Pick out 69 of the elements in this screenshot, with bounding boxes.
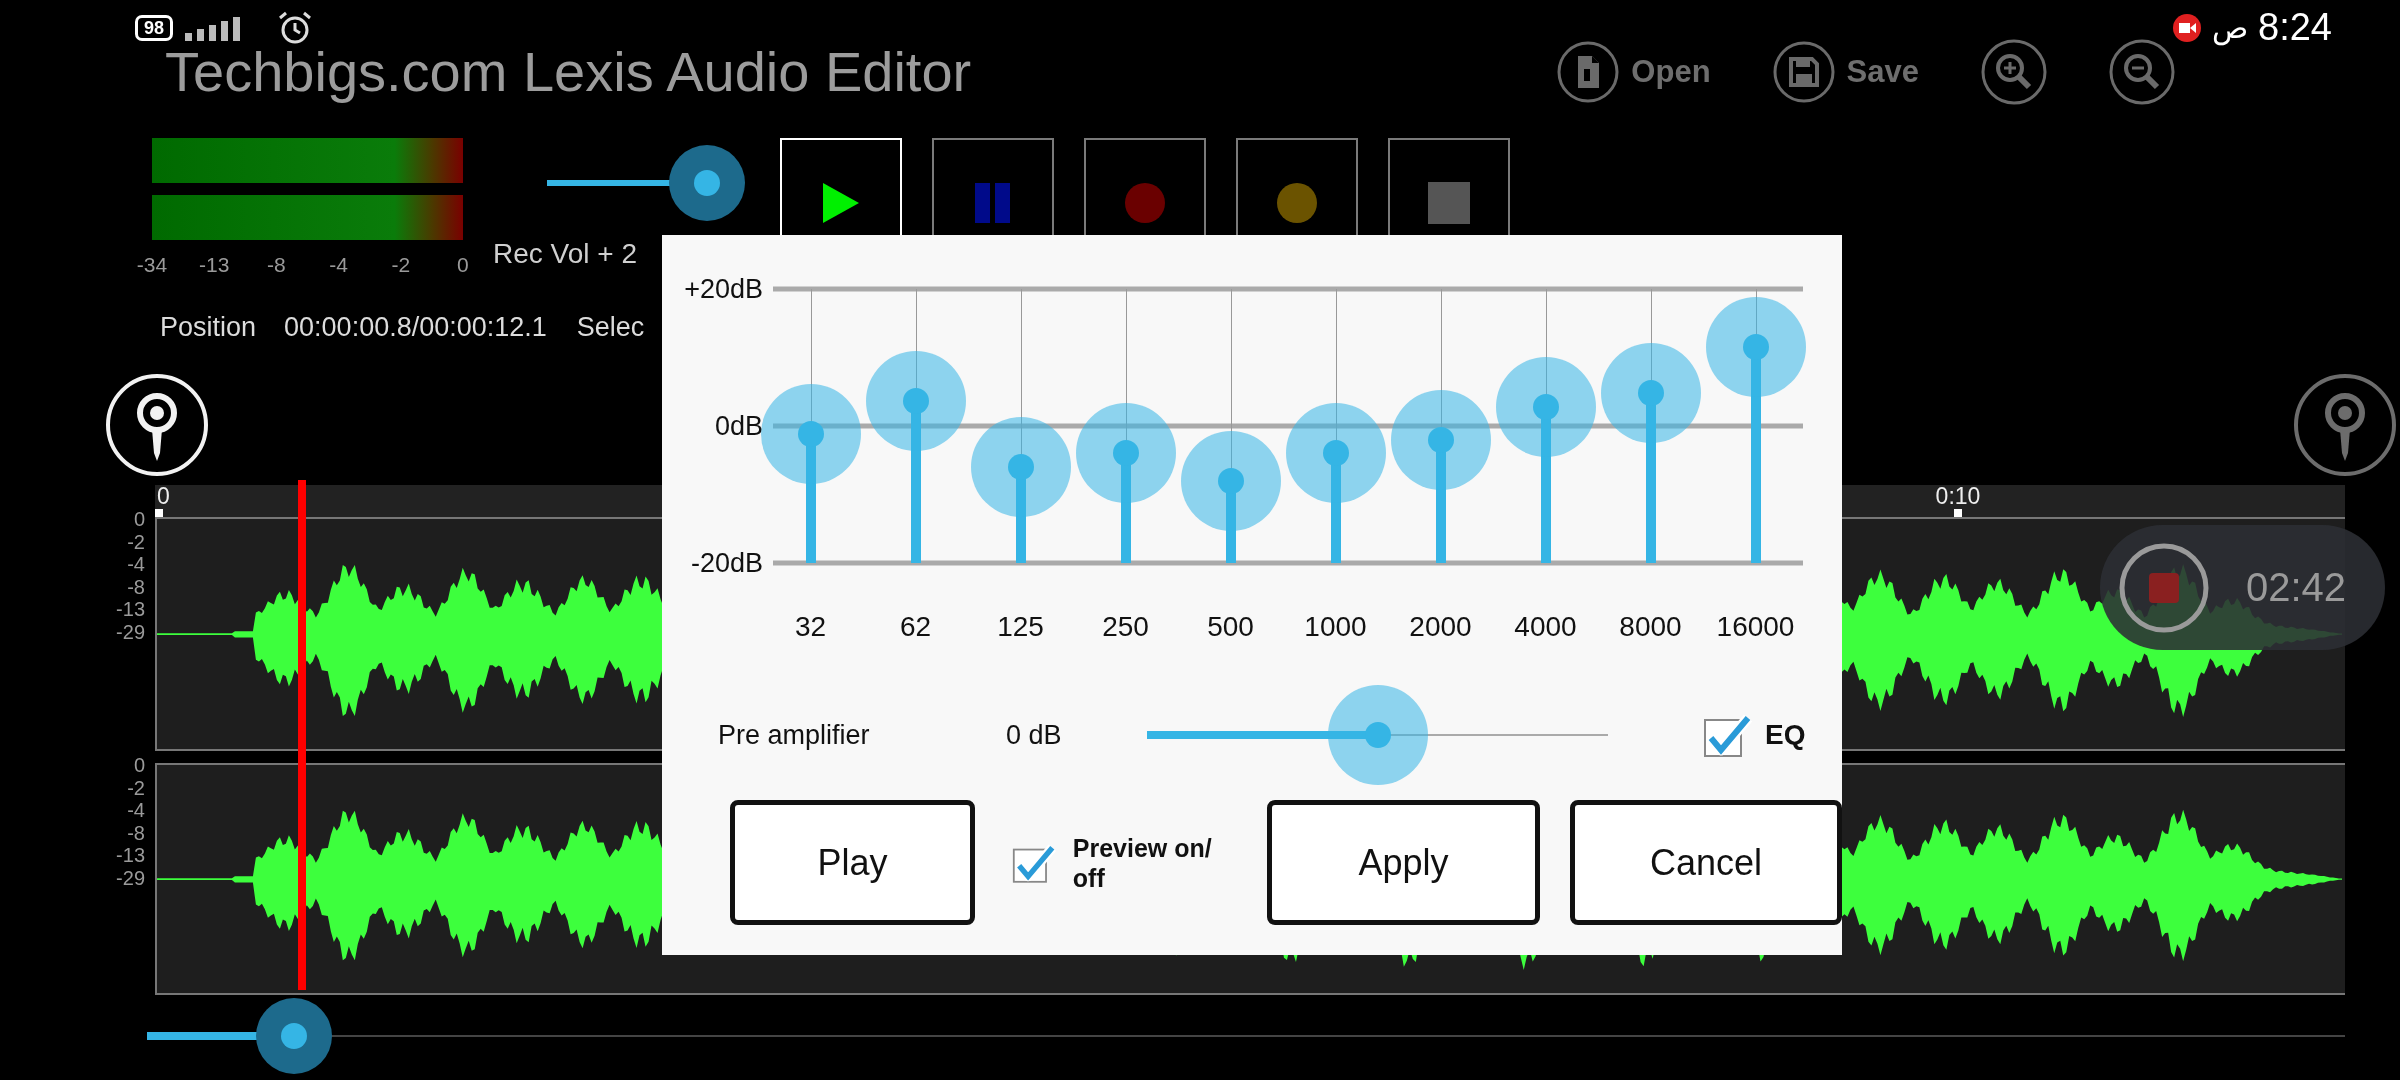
meter-scale-label: -8 bbox=[266, 252, 287, 278]
preamp-label: Pre amplifier bbox=[718, 719, 871, 751]
preview-label: Preview on/ off bbox=[1072, 832, 1213, 893]
selection-label: Selec bbox=[576, 312, 645, 343]
marker-pin-icon[interactable] bbox=[2293, 373, 2397, 477]
document-icon bbox=[1557, 40, 1620, 103]
record-icon bbox=[1124, 182, 1166, 224]
play-icon bbox=[821, 181, 861, 225]
frequency-label: 1000 bbox=[1303, 610, 1368, 644]
frequency-label: 62 bbox=[898, 610, 933, 644]
frequency-label: 32 bbox=[793, 610, 828, 644]
meter-scale-label: -2 bbox=[390, 252, 412, 278]
db-scale-label: -2 bbox=[127, 776, 145, 799]
meter-scale-label: -4 bbox=[328, 252, 349, 278]
db-scale-label: -13 bbox=[116, 598, 145, 621]
db-scale-label: -20dB bbox=[690, 547, 763, 579]
pause-icon bbox=[973, 183, 1013, 223]
zoom-out-button[interactable] bbox=[2109, 38, 2175, 105]
zoom-in-button[interactable] bbox=[1981, 38, 2047, 105]
db-scale-label: -29 bbox=[116, 866, 145, 889]
circle-icon bbox=[1276, 182, 1318, 224]
frequency-label: 8000 bbox=[1618, 610, 1683, 644]
floppy-disk-icon bbox=[1772, 40, 1835, 103]
db-scale-label: -29 bbox=[116, 620, 145, 643]
position-value: 00:00:00.8/00:00:12.1 bbox=[284, 312, 547, 343]
frequency-label: 500 bbox=[1206, 610, 1255, 644]
meter-scale-label: -13 bbox=[198, 252, 231, 278]
meter-scale-label: -34 bbox=[135, 252, 169, 278]
preamp-value: 0 dB bbox=[1006, 719, 1063, 751]
clock: 8:24 bbox=[2258, 6, 2332, 49]
frequency-label: 4000 bbox=[1513, 610, 1578, 644]
stop-icon bbox=[1428, 182, 1470, 224]
play-button[interactable]: Play bbox=[730, 800, 975, 925]
rec-volume-label: Rec Vol + 2 bbox=[492, 238, 638, 270]
stop-recording-icon[interactable] bbox=[2118, 541, 2210, 634]
db-scale-label: -8 bbox=[127, 821, 145, 844]
alarm-clock-icon bbox=[277, 10, 314, 46]
time-tick-mark bbox=[1954, 509, 1962, 517]
save-button[interactable]: Save bbox=[1772, 40, 1919, 103]
recording-time: 02:42 bbox=[2246, 565, 2347, 610]
preamp-slider[interactable] bbox=[1147, 685, 1608, 785]
frequency-label: 125 bbox=[996, 610, 1045, 644]
apply-button[interactable]: Apply bbox=[1267, 800, 1540, 925]
video-recording-icon bbox=[2172, 12, 2203, 43]
db-scale-label: 0 bbox=[133, 754, 145, 777]
time-tick-label: 0 bbox=[157, 485, 170, 508]
eq-label: EQ bbox=[1765, 719, 1806, 751]
db-scale-label: 0 bbox=[133, 508, 145, 531]
cancel-button[interactable]: Cancel bbox=[1570, 800, 1842, 925]
open-button[interactable]: Open bbox=[1557, 40, 1711, 103]
time-tick-label: 0:10 bbox=[1935, 485, 1981, 508]
frequency-label: 250 bbox=[1101, 610, 1150, 644]
db-scale-label: -8 bbox=[127, 575, 145, 598]
db-scale-label: -4 bbox=[127, 799, 145, 822]
battery-level: 98 bbox=[135, 15, 174, 41]
db-scale-label: 0dB bbox=[714, 410, 763, 442]
db-scale-label: -4 bbox=[127, 553, 145, 576]
db-scale-label: -2 bbox=[127, 530, 145, 553]
position-label: Position bbox=[160, 312, 257, 343]
frequency-label: 16000 bbox=[1715, 610, 1796, 644]
clock-period: ص bbox=[2212, 10, 2249, 45]
meter-scale-label: 0 bbox=[456, 252, 470, 278]
zoom-in-icon bbox=[1981, 38, 2047, 105]
db-scale-label: +20dB bbox=[684, 273, 763, 305]
db-scale-label: -13 bbox=[116, 844, 145, 867]
zoom-out-icon bbox=[2109, 38, 2175, 105]
frequency-label: 2000 bbox=[1408, 610, 1473, 644]
app-title: Techbigs.com Lexis Audio Editor bbox=[165, 40, 972, 103]
time-tick-mark bbox=[155, 509, 163, 517]
